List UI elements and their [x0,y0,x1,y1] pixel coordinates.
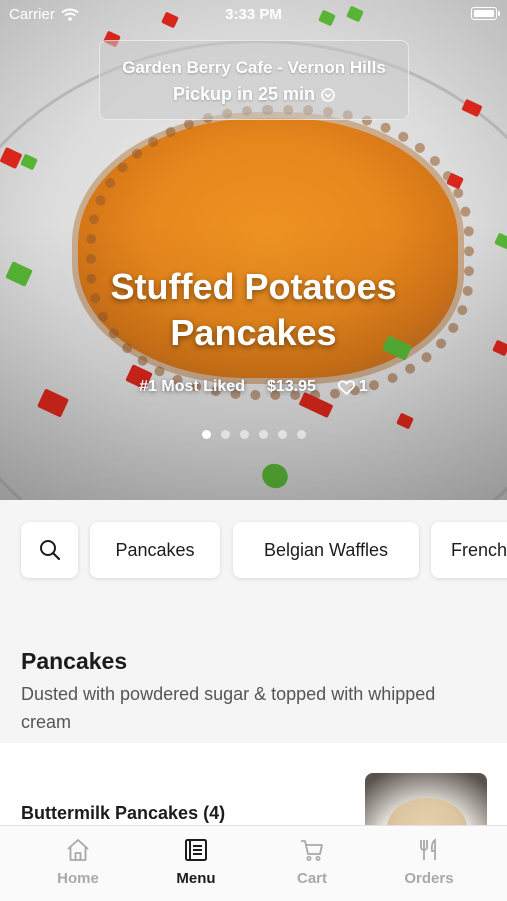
carousel-dot[interactable] [239,430,249,439]
menu-item-name: Buttermilk Pancakes (4) [21,803,226,823]
tab-orders-label: Orders [404,870,454,887]
featured-item-meta: #1 Most Liked $13.95 1 [0,378,507,396]
category-chip-french[interactable]: French [431,522,507,578]
category-bar: Pancakes Belgian Waffles French [0,500,507,608]
store-name: Garden Berry Cafe - Vernon Hills [122,58,386,77]
hero-banner[interactable]: Carrier 3:33 PM Garden Berry Cafe - Vern… [0,0,507,500]
featured-title-line: Pancakes [170,312,337,353]
carousel-dot[interactable] [296,430,306,439]
featured-price: $13.95 [266,378,316,395]
tab-menu[interactable]: Menu [146,838,246,887]
tab-menu-label: Menu [176,870,216,887]
search-icon [39,540,60,561]
like-count[interactable]: 1 [337,378,368,396]
tab-cart-label: Cart [296,870,327,887]
carousel-dot[interactable] [220,430,230,439]
category-chip-belgian-waffles[interactable]: Belgian Waffles [233,522,419,578]
chevron-down-circle-icon [321,87,335,102]
most-liked-badge: #1 Most Liked [139,378,245,395]
fork-knife-icon [420,838,436,860]
tab-bar: Home Menu Cart Orders [0,825,507,901]
like-count-label: 1 [358,378,368,395]
category-chip-pancakes[interactable]: Pancakes [90,522,220,578]
carousel-dot[interactable] [201,430,211,439]
menu-section-header: Pancakes Dusted with powdered sugar & to… [0,608,507,743]
menu-book-icon [185,839,207,861]
carousel-dot[interactable] [277,430,287,439]
cart-icon [301,840,323,861]
clock: 3:33 PM [225,6,282,23]
store-selector[interactable]: Garden Berry Cafe - Vernon Hills Pickup … [99,40,409,120]
search-button[interactable] [21,522,78,578]
tab-cart[interactable]: Cart [262,838,362,887]
tab-home[interactable]: Home [28,838,128,887]
featured-item-title: Stuffed Potatoes Pancakes [0,264,507,356]
pickup-label: Pickup in 25 min [172,84,316,104]
tab-home-label: Home [57,870,99,887]
status-bar: Carrier 3:33 PM [0,0,507,28]
carousel-page-indicator[interactable] [0,430,507,439]
home-icon [67,839,89,861]
pickup-time: Pickup in 25 min [100,84,408,105]
section-title: Pancakes [21,648,128,674]
battery-icon [471,7,500,20]
heart-icon [337,379,355,395]
section-description: Dusted with powdered sugar & topped with… [21,684,436,732]
tab-orders[interactable]: Orders [379,838,479,887]
featured-title-line: Stuffed Potatoes [110,266,397,307]
carousel-dot[interactable] [258,430,268,439]
